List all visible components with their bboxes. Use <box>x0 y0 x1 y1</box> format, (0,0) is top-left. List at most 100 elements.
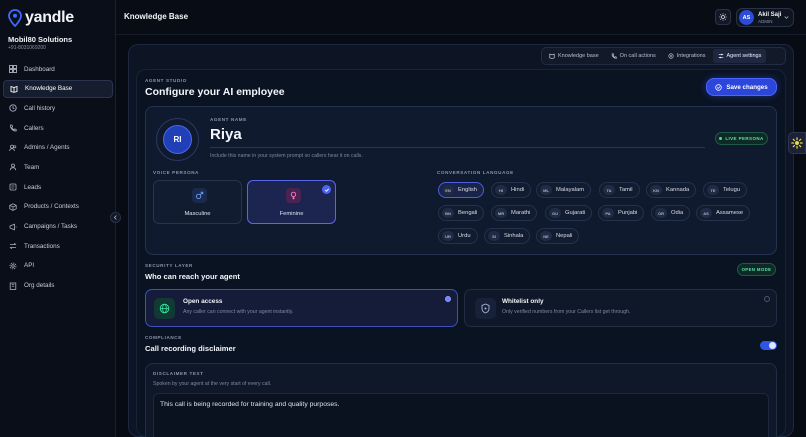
sidebar-item-api[interactable]: API <box>3 257 113 275</box>
toggle-knob <box>769 342 776 349</box>
access-radio-whitelist[interactable] <box>764 296 770 302</box>
user-menu[interactable]: AS Akil Saji ADMIN <box>736 8 794 27</box>
lang-option-gujarati[interactable]: GU Gujarati <box>545 205 593 221</box>
check-circle-icon <box>715 83 723 91</box>
api-icon <box>8 261 17 270</box>
brand-name: yandle <box>25 9 74 26</box>
integrations-icon <box>668 53 674 59</box>
lang-name: Nepali <box>556 233 573 239</box>
sidebar-item-products-contexts[interactable]: Products / Contexts <box>3 198 113 216</box>
lang-code: SI <box>488 231 500 241</box>
lang-option-marathi[interactable]: MR Marathi <box>491 205 538 221</box>
access-radio-open[interactable] <box>445 296 451 302</box>
users-icon <box>8 143 17 152</box>
org-phone: +91-8031069200 <box>8 45 46 51</box>
lang-name: Odia <box>671 210 684 216</box>
lang-option-malayalam[interactable]: ML Malayalam <box>536 182 592 198</box>
save-changes-button[interactable]: Save changes <box>706 78 777 96</box>
sidebar-item-label: Org details <box>24 282 55 290</box>
sidebar-item-callers[interactable]: Callers <box>3 119 113 137</box>
tab-agent-settings[interactable]: Agent settings <box>712 49 767 63</box>
lang-name: Malayalam <box>556 187 585 193</box>
theme-toggle-button[interactable] <box>715 9 731 25</box>
disclaimer-textarea[interactable] <box>153 393 769 437</box>
lang-option-telugu[interactable]: TE Telugu <box>703 182 748 198</box>
tab-knowledge-base[interactable]: Knowledge base <box>544 49 604 63</box>
lang-option-nepali[interactable]: NE Nepali <box>536 228 580 244</box>
lang-option-sinhala[interactable]: SI Sinhala <box>484 228 531 244</box>
sidebar-item-label: Admins / Agents <box>24 144 70 152</box>
recording-disclaimer-toggle[interactable] <box>760 341 777 350</box>
lang-option-kannada[interactable]: KN Kannada <box>646 182 697 198</box>
voice-option-masculine[interactable]: Masculine <box>153 180 242 224</box>
sidebar-collapse-button[interactable] <box>110 212 121 223</box>
sidebar-item-admins-agents[interactable]: Admins / Agents <box>3 139 113 157</box>
agent-avatar-ring: RI <box>156 118 199 161</box>
sidebar-item-label: Leads <box>24 183 42 191</box>
lang-code: HI <box>495 185 507 195</box>
sidebar-item-label: API <box>24 262 35 270</box>
save-label: Save changes <box>726 83 768 91</box>
history-icon <box>8 104 17 113</box>
access-option-title: Open access <box>183 298 223 305</box>
tab-integrations[interactable]: Integrations <box>663 49 711 63</box>
floating-helper-button[interactable] <box>788 132 806 154</box>
box-icon <box>8 202 17 211</box>
lang-name: Sinhala <box>504 233 524 239</box>
lang-option-bengali[interactable]: BN Bengali <box>438 205 485 221</box>
sidebar-item-org-details[interactable]: Org details <box>3 277 113 295</box>
sparkle-icon <box>791 137 803 149</box>
sidebar-item-call-history[interactable]: Call history <box>3 99 113 117</box>
sidebar-item-leads[interactable]: Leads <box>3 178 113 196</box>
org-icon <box>8 281 17 290</box>
book-icon <box>549 53 555 59</box>
user-role: ADMIN <box>758 18 773 24</box>
agent-name-underline <box>210 147 705 148</box>
female-icon <box>286 188 301 203</box>
lang-option-odia[interactable]: OR Odia <box>651 205 691 221</box>
lang-code: KN <box>650 185 662 195</box>
sidebar-item-knowledge-base[interactable]: Knowledge Base <box>3 79 113 98</box>
chevron-left-icon <box>113 215 117 220</box>
agent-name-input[interactable]: Riya <box>210 126 242 143</box>
lang-code: GU <box>549 208 561 218</box>
lang-code: AS <box>700 208 712 218</box>
sidebar-item-dashboard[interactable]: Dashboard <box>3 60 113 78</box>
security-eyebrow: SECURITY LAYER <box>145 263 193 268</box>
sidebar-item-label: Knowledge Base <box>25 85 73 93</box>
sidebar-item-team[interactable]: Team <box>3 158 113 176</box>
access-option-whitelist[interactable]: Whitelist only Only verified numbers fro… <box>464 289 777 327</box>
lang-option-punjabi[interactable]: PA Punjabi <box>598 205 645 221</box>
team-icon <box>8 163 17 172</box>
security-title: Who can reach your agent <box>145 272 240 281</box>
tab-label: On call actions <box>619 53 656 59</box>
sidebar: yandle Mobil80 Solutions +91-8031069200 … <box>0 0 116 437</box>
voice-option-feminine[interactable]: Feminine <box>247 180 336 224</box>
disclaimer-label: DISCLAIMER TEXT <box>153 371 204 376</box>
tab-on-call-actions[interactable]: On call actions <box>606 49 661 63</box>
check-icon <box>322 185 331 194</box>
lang-code: PA <box>602 208 614 218</box>
lang-name: Kannada <box>666 187 690 193</box>
voice-persona-label: VOICE PERSONA <box>153 170 200 175</box>
page-title: Knowledge Base <box>124 12 189 21</box>
access-option-open[interactable]: Open access Any caller can connect with … <box>145 289 458 327</box>
sidebar-nav: Dashboard Knowledge Base Call history Ca… <box>3 60 113 296</box>
lang-name: Marathi <box>511 210 531 216</box>
sidebar-item-transactions[interactable]: Transactions <box>3 237 113 255</box>
brand-logo[interactable]: yandle <box>8 9 74 27</box>
shield-icon <box>475 298 496 319</box>
book-icon <box>9 84 18 93</box>
sidebar-item-campaigns-tasks[interactable]: Campaigns / Tasks <box>3 218 113 236</box>
lang-option-tamil[interactable]: TA Tamil <box>599 182 640 198</box>
lang-name: Tamil <box>619 187 633 193</box>
org-name: Mobil80 Solutions <box>8 35 73 44</box>
lang-option-assamese[interactable]: AS Assamese <box>696 205 751 221</box>
lang-option-urdu[interactable]: UR Urdu <box>438 228 478 244</box>
top-header: Knowledge Base AS Akil Saji ADMIN <box>116 0 806 35</box>
lang-option-hindi[interactable]: HI Hindi <box>491 182 532 198</box>
lang-option-english[interactable]: EN English <box>438 182 485 198</box>
sidebar-item-label: Dashboard <box>24 65 55 73</box>
live-persona-label: LIVE PERSONA <box>725 136 764 141</box>
disclaimer-hint: Spoken by your agent at the very start o… <box>153 381 272 387</box>
